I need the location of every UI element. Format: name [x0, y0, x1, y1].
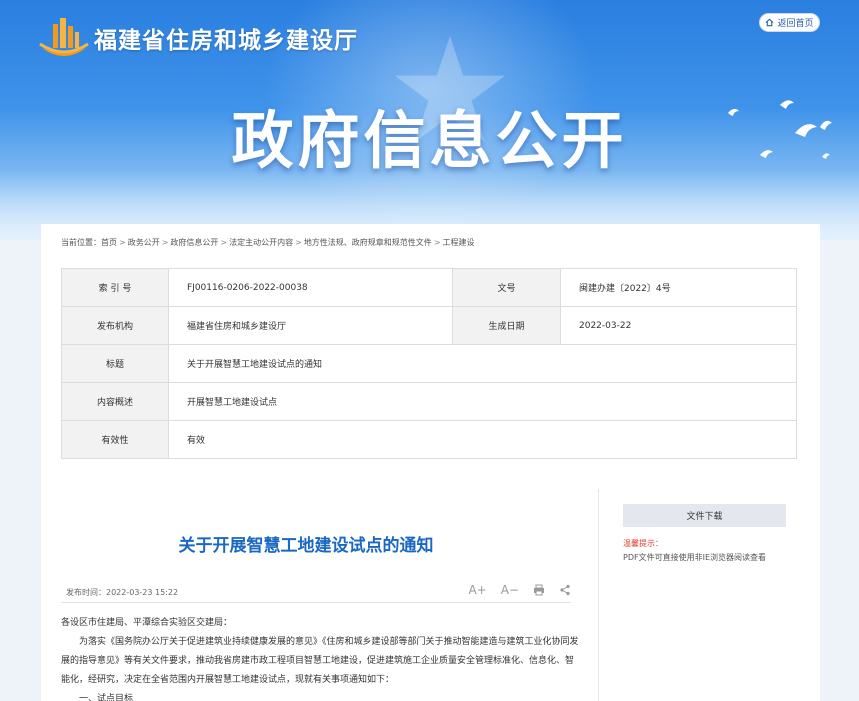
- index-label: 索 引 号: [61, 268, 169, 307]
- table-row: 发布机构 福建省住房和城乡建设厅 生成日期 2022-03-22: [61, 306, 797, 345]
- file-download-button[interactable]: 文件下载: [623, 504, 786, 527]
- breadcrumb-item-home[interactable]: 首页: [101, 238, 117, 247]
- site-title: 福建省住房和城乡建设厅: [94, 28, 358, 54]
- table-row: 内容概述 开展智慧工地建设试点: [61, 382, 797, 421]
- breadcrumb-item-info-disclosure[interactable]: 政府信息公开: [170, 238, 218, 247]
- home-icon: [766, 18, 774, 27]
- building-logo-icon: [39, 18, 89, 56]
- article-body: 各设区市住建局、平潭综合实验区交建局： 为落实《国务院办公厅关于促进建筑业持续健…: [61, 614, 581, 701]
- breadcrumb-item-statutory-content[interactable]: 法定主动公开内容: [229, 238, 293, 247]
- article-tools: A+ A−: [468, 583, 571, 597]
- article-paragraph: 为落实《国务院办公厅关于促进建筑业持续健康发展的意见》《住房和城乡建设部等部门关…: [61, 637, 579, 685]
- org-label: 发布机构: [61, 306, 169, 345]
- breadcrumb: 当前位置：首页 > 政务公开 > 政府信息公开 > 法定主动公开内容 > 地方性法规、政府规章和…: [61, 237, 475, 248]
- date-value: 2022-03-22: [560, 306, 797, 345]
- print-icon: [534, 584, 544, 596]
- doves-icon: [728, 100, 832, 159]
- print-button[interactable]: [533, 584, 545, 596]
- index-value: FJ00116-0206-2022-00038: [168, 268, 453, 307]
- validity-label: 有效性: [61, 420, 169, 459]
- breadcrumb-item-engineering[interactable]: 工程建设: [443, 238, 475, 247]
- summary-label: 内容概述: [61, 382, 169, 421]
- docno-value: 闽建办建〔2022〕4号: [560, 268, 797, 307]
- breadcrumb-item-gov-affairs[interactable]: 政务公开: [128, 238, 160, 247]
- font-decrease-button[interactable]: A−: [501, 583, 519, 597]
- home-button[interactable]: 返回首页: [759, 13, 820, 32]
- breadcrumb-separator: >: [220, 238, 228, 247]
- tip-label: 温馨提示：: [623, 539, 663, 548]
- breadcrumb-separator: >: [161, 238, 169, 247]
- table-row: 标题 关于开展智慧工地建设试点的通知: [61, 344, 797, 383]
- date-label: 生成日期: [452, 306, 561, 345]
- table-row: 有效性 有效: [61, 420, 797, 459]
- title-label: 标题: [61, 344, 169, 383]
- table-row: 索 引 号 FJ00116-0206-2022-00038 文号 闽建办建〔20…: [61, 268, 797, 307]
- publish-time: 发布时间：2022-03-23 15:22: [66, 588, 179, 597]
- column-divider: [598, 489, 599, 701]
- docno-label: 文号: [452, 268, 561, 307]
- article-section-heading: 一、试点目标: [79, 694, 134, 701]
- home-button-label: 返回首页: [777, 19, 814, 29]
- breadcrumb-prefix: 当前位置：: [61, 238, 101, 247]
- org-value: 福建省住房和城乡建设厅: [168, 306, 453, 345]
- breadcrumb-separator: >: [433, 238, 441, 247]
- share-icon: [560, 584, 570, 596]
- breadcrumb-item-regulations[interactable]: 地方性法规、政府规章和规范性文件: [304, 238, 432, 247]
- validity-value: 有效: [168, 420, 797, 459]
- publish-info-bar: 发布时间：2022-03-23 15:22 A+ A−: [61, 575, 571, 603]
- tip-text: PDF文件可直接使用非IE浏览器阅读查看: [623, 553, 766, 562]
- title-value: 关于开展智慧工地建设试点的通知: [168, 344, 797, 383]
- summary-value: 开展智慧工地建设试点: [168, 382, 797, 421]
- article-title: 关于开展智慧工地建设试点的通知: [178, 536, 434, 556]
- breadcrumb-separator: >: [295, 238, 302, 247]
- font-increase-button[interactable]: A+: [468, 583, 486, 597]
- breadcrumb-separator: >: [119, 238, 126, 247]
- share-button[interactable]: [559, 584, 571, 596]
- content-panel: 当前位置：首页 > 政务公开 > 政府信息公开 > 法定主动公开内容 > 地方性法规、政府规章和…: [41, 224, 820, 701]
- document-meta-table: 索 引 号 FJ00116-0206-2022-00038 文号 闽建办建〔20…: [61, 268, 797, 459]
- article-greeting: 各设区市住建局、平潭综合实验区交建局：: [61, 618, 233, 628]
- site-logo[interactable]: 福建省住房和城乡建设厅: [38, 14, 358, 62]
- page-banner: 福建省住房和城乡建设厅 返回首页 政府信息公开: [0, 0, 859, 240]
